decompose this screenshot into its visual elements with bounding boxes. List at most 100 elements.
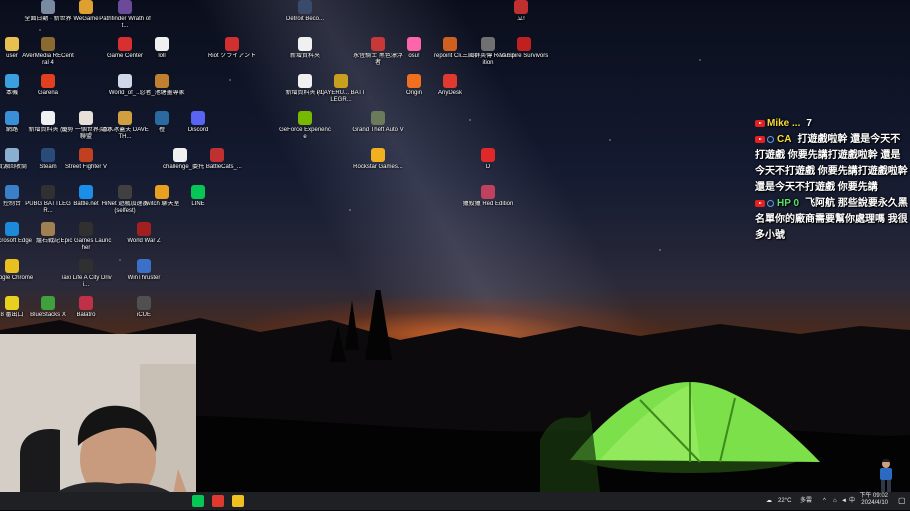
app-icon <box>443 37 457 51</box>
streamer-webcam-image <box>0 334 196 510</box>
game-icon <box>514 0 528 14</box>
osu-icon <box>407 37 421 51</box>
app-icon <box>118 185 132 199</box>
desktop-icon-label: Balatro <box>76 312 96 318</box>
desktop-icon-label: Discord <box>187 127 209 133</box>
rockstar-icon <box>371 148 385 162</box>
desktop-icon-label: Epic Games Launcher <box>60 238 112 251</box>
desktop-icon-label: 立! <box>517 16 525 22</box>
chrome-icon <box>5 259 19 273</box>
desktop-icon[interactable]: Garena <box>22 74 74 97</box>
desktop-icon[interactable]: WinThruster <box>118 259 170 282</box>
battlenet-icon <box>79 185 93 199</box>
this-pc-icon <box>5 74 19 88</box>
desktop-icon[interactable]: loll <box>136 37 188 60</box>
game-icon <box>79 259 93 273</box>
anydesk-app-icon[interactable] <box>212 495 224 507</box>
geforce-icon <box>298 111 312 125</box>
volume-icon[interactable]: ◄ <box>841 492 847 510</box>
youtube-icon <box>755 199 765 207</box>
ime-indicator[interactable]: 中 <box>849 492 855 510</box>
detroit-icon <box>298 0 312 14</box>
desktop-icon[interactable]: GeForce Experience <box>279 111 331 141</box>
anydesk-icon <box>443 74 457 88</box>
app-icon <box>481 148 495 162</box>
dave-icon <box>118 111 132 125</box>
desktop-icon[interactable]: AnyDesk <box>424 74 476 97</box>
desktop-icon[interactable]: 新增資料夾 <box>279 37 331 60</box>
bluestacks-icon <box>41 296 55 310</box>
weather-temp[interactable]: 22°C <box>778 492 791 510</box>
desktop-icon-label: AnyDesk <box>437 90 462 96</box>
desktop-icon-label: Grand Theft Auto V <box>352 127 404 133</box>
pubg-icon <box>41 185 55 199</box>
desktop-icon-label: 新增資料夾 <box>289 53 320 59</box>
pubg-icon <box>334 74 348 88</box>
desktop-icon[interactable]: Riot クライアント <box>206 37 258 60</box>
icue-icon <box>137 296 151 310</box>
network-icon[interactable]: ⌂ <box>833 492 837 510</box>
desktop-icon[interactable]: Pathfinder Wrath of t... <box>99 0 151 30</box>
desktop-icon[interactable]: 獵殺獵 Red Edition <box>462 185 514 208</box>
desktop-icon-label: AVerMedia RECentral 4 <box>22 53 74 66</box>
desktop-icon-label: iCUE <box>136 312 151 318</box>
desktop-icon-label: 忍者_池塘畫專家 <box>139 90 185 96</box>
file-icon <box>298 37 312 51</box>
desktop-icon[interactable]: Taxi Life A City Drivi... <box>60 259 112 289</box>
game-icon <box>155 74 169 88</box>
youtube-icon <box>755 135 765 143</box>
game-icon <box>79 111 93 125</box>
line-app-icon[interactable] <box>192 495 204 507</box>
desktop-icon-label: Street Fighter V <box>64 164 108 170</box>
app-icon <box>155 111 169 125</box>
youtube-icon <box>755 119 765 127</box>
desktop-icon[interactable]: Grand Theft Auto V <box>352 111 404 134</box>
chat-username: HP 0 <box>777 198 800 209</box>
desktop-icon[interactable]: Balatro <box>60 296 112 319</box>
game-icon <box>481 185 495 199</box>
line-icon <box>191 185 205 199</box>
file-icon <box>155 37 169 51</box>
desktop-icon[interactable]: Discord <box>172 111 224 134</box>
tray-expand-icon[interactable]: ^ <box>823 492 826 510</box>
notification-icon[interactable]: ▢ <box>898 492 906 510</box>
desktop-icon[interactable]: LINE <box>172 185 224 208</box>
chat-username: Mike ... <box>767 118 801 129</box>
desktop-icon[interactable]: Street Fighter V <box>60 148 112 171</box>
desktop-icon-label: loll <box>158 53 166 59</box>
desktop-icon[interactable]: Rockstar Games... <box>352 148 404 171</box>
desktop-icon-label: Vampire Survivors <box>499 53 549 59</box>
desktop-icon-label: Detroit Beco... <box>285 16 324 22</box>
game-icon <box>137 222 151 236</box>
desktop-icon-label: 獵殺獵 Red Edition <box>462 201 514 207</box>
desktop-icon-label: 委托 BattleCats_... <box>192 164 242 170</box>
desktop-icon[interactable]: Epic Games Launcher <box>60 222 112 252</box>
edge-icon <box>5 222 19 236</box>
desktop-icon[interactable]: AVerMedia RECentral 4 <box>22 37 74 67</box>
desktop-icon[interactable]: iCUE <box>118 296 170 319</box>
desktop-icon[interactable]: Detroit Beco... <box>279 0 331 23</box>
chrome-app-icon[interactable] <box>232 495 244 507</box>
chat-message: Mike ... 7 <box>755 116 910 132</box>
steam-icon <box>41 148 55 162</box>
desktop-icon[interactable]: 立! <box>495 0 547 23</box>
weather-desc[interactable]: 多雲 <box>800 492 812 510</box>
pathfinder-icon <box>118 0 132 14</box>
desktop-icon[interactable]: 忍者_池塘畫專家 <box>136 74 188 97</box>
weather-icon[interactable]: ☁ <box>766 492 772 510</box>
file-icon <box>118 74 132 88</box>
desktop-icon[interactable]: World War Z <box>118 222 170 245</box>
desktop-icon[interactable]: PLAYERU... BATTLEGR... <box>315 74 367 104</box>
desktop-icon[interactable]: D <box>462 148 514 171</box>
control-panel-icon <box>5 185 19 199</box>
desktop-icon-label: World War Z <box>127 238 161 244</box>
clock-time: 下午 09:02 <box>859 493 888 499</box>
desktop-icon[interactable]: Vampire Survivors <box>498 37 550 60</box>
game-icon <box>371 37 385 51</box>
desktop-icon[interactable]: 委托 BattleCats_... <box>191 148 243 171</box>
clock[interactable]: 下午 09:02 2024/4/10 <box>858 493 888 511</box>
desktop-icon[interactable]: Google Chrome <box>0 259 38 282</box>
game-center-icon <box>118 37 132 51</box>
wegame-icon <box>79 0 93 14</box>
taskbar: ☁ 22°C 多雲 ^ ⌂ ◄ 中 下午 09:02 2024/4/10 ▢ <box>0 492 910 510</box>
